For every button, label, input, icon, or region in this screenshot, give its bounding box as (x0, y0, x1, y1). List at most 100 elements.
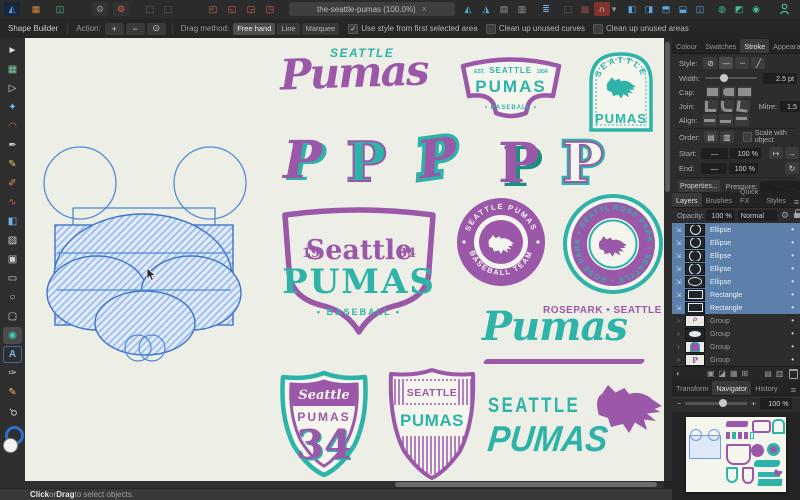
navigator-thumbnail[interactable] (686, 417, 786, 492)
logo-script-wordmark[interactable]: SEATTLE Pumas (280, 46, 455, 116)
align-inside-button[interactable] (719, 114, 733, 126)
point-transform-tool[interactable]: ✦ (3, 99, 22, 116)
flip-horizontal-icon[interactable]: ◭ (460, 2, 476, 16)
rectangle-tool[interactable]: ▭ (3, 270, 22, 287)
selection-box-icon[interactable]: ⬚ (142, 2, 158, 16)
close-tab-icon[interactable]: × (422, 4, 427, 14)
vertical-scrollbar[interactable] (664, 38, 672, 481)
join-round-button[interactable] (720, 100, 734, 112)
cleanup-areas-checkbox[interactable] (593, 24, 603, 34)
zoom-out-icon[interactable]: − (677, 399, 681, 408)
scale-with-object-checkbox[interactable] (743, 132, 752, 142)
tab-history[interactable]: History (751, 381, 781, 395)
vector-brush-tool[interactable]: ∿ (3, 194, 22, 211)
tab-swatches[interactable]: Swatches (701, 39, 740, 53)
wireframe-selected-region[interactable] (47, 214, 241, 355)
start-scale-field[interactable]: 100 % (730, 148, 761, 159)
text-tool[interactable]: A (3, 346, 22, 363)
delete-layer-icon[interactable] (789, 369, 798, 379)
zoom-slider-thumb[interactable] (719, 399, 727, 407)
settings-gear-icon[interactable]: ⚙ (92, 2, 108, 16)
letter-p-4[interactable]: P (498, 130, 539, 195)
properties-button[interactable]: Properties... (678, 180, 720, 192)
boolean-add-icon[interactable]: ◧ (624, 2, 640, 16)
layer-row[interactable]: ⇲ Rectangle • (672, 288, 800, 301)
navigator-panel-menu-icon[interactable]: ≡ (787, 385, 800, 395)
stroke-none-button[interactable]: ⊘ (703, 57, 717, 69)
insert-inside-icon[interactable]: ▥ (776, 369, 784, 378)
adjustment-layer-icon[interactable]: ◪ (718, 369, 726, 378)
letter-p-5[interactable]: P (562, 130, 603, 195)
alignment-icon[interactable]: ≣ (538, 2, 554, 16)
vertical-scrollbar-thumb[interactable] (665, 42, 670, 192)
pointer-direction-button[interactable]: → (785, 147, 799, 159)
layer-visibility-dot[interactable]: • (791, 277, 794, 286)
fill-colour-swatch[interactable] (3, 438, 18, 453)
shape-builder-wireframe[interactable] (35, 138, 273, 380)
style-picker-tool[interactable]: ✑ (3, 365, 22, 382)
colour-picker-tool[interactable]: ✎ (3, 384, 22, 401)
flip-vertical-icon[interactable]: ◮ (478, 2, 494, 16)
tab-stroke[interactable]: Stroke (740, 39, 769, 53)
logo-circle-badge-baseball[interactable]: SEATTLE PUMAS BASEBALL TEAM (455, 196, 547, 288)
vector-crop-tool[interactable]: ▣ (3, 251, 22, 268)
layer-visibility-dot[interactable]: • (791, 264, 794, 273)
join-bevel-button[interactable] (736, 100, 750, 112)
export-persona-icon[interactable]: ◫ (52, 2, 68, 16)
pressure-profile-field[interactable] (760, 181, 800, 192)
colour-tag-icon[interactable]: ◐ (676, 369, 681, 378)
layer-row[interactable]: › Group • (672, 340, 800, 353)
swap-pointers-button[interactable]: ↦ (769, 147, 783, 159)
layer-drag-icon[interactable]: ⇲ (672, 239, 685, 247)
layer-row[interactable]: › Group • (672, 327, 800, 340)
node-tool[interactable]: ▷ (3, 80, 22, 97)
transform-origin-icon[interactable]: ⬚ (560, 2, 576, 16)
transparency-tool[interactable]: ▨ (3, 232, 22, 249)
boolean-divide-icon[interactable]: ⬓ (675, 2, 691, 16)
letter-p-1[interactable]: P (283, 130, 322, 191)
letter-p-2[interactable]: P (346, 130, 387, 194)
layer-row[interactable]: ⇲ Ellipse • (672, 262, 800, 275)
layer-visibility-dot[interactable]: • (791, 238, 794, 247)
stroke-solid-button[interactable]: — (719, 57, 733, 69)
lock-icon[interactable] (794, 213, 800, 218)
width-slider-thumb[interactable] (720, 74, 728, 82)
tab-navigator[interactable]: Navigator (712, 381, 751, 395)
zoom-tool[interactable]: ⚲ (0, 399, 25, 424)
mask-layer-icon[interactable]: ▣ (707, 369, 715, 378)
layer-visibility-dot[interactable]: • (791, 342, 794, 351)
cap-square-button[interactable] (738, 86, 752, 98)
layer-row[interactable]: ⇲ Rectangle • (672, 301, 800, 314)
cap-round-button[interactable] (722, 86, 736, 98)
logo-shield-34[interactable]: Seattle PUMAS 34 34 (276, 368, 372, 480)
rounded-rectangle-tool[interactable]: ▢ (3, 308, 22, 325)
align-outside-button[interactable] (735, 114, 749, 126)
logo-banner-badge[interactable]: EST. SEATTLE 1934 PUMAS • BASEBALL • (450, 48, 572, 130)
end-scale-field[interactable]: 100 % (729, 163, 758, 174)
geometry-insert-1-icon[interactable]: ◍ (714, 2, 730, 16)
start-style-field[interactable]: — (701, 148, 729, 159)
zoom-slider[interactable] (685, 402, 747, 405)
use-style-checkbox[interactable]: ✓ (348, 24, 358, 34)
drag-mode-line[interactable]: Line (277, 23, 299, 35)
layer-drag-icon[interactable]: ⇲ (672, 252, 685, 260)
pixel-persona-icon[interactable]: ▦ (28, 2, 44, 16)
layer-row[interactable]: ⇲ Ellipse • (672, 249, 800, 262)
zoom-in-icon[interactable]: + (751, 399, 755, 408)
shape-builder-tool[interactable]: ◉ (3, 327, 22, 344)
snapping-dropdown-icon[interactable]: ▾ (610, 2, 618, 16)
insert-above-icon[interactable]: ▤ (764, 369, 772, 378)
expand-caret-icon[interactable]: › (672, 342, 685, 351)
layer-row[interactable]: ⇲ Ellipse • (672, 236, 800, 249)
paint-brush-tool[interactable]: ✐ (3, 175, 22, 192)
width-slider[interactable] (705, 77, 757, 79)
canvas[interactable]: SEATTLE Pumas EST. SEATTLE 1934 PUMAS • … (25, 38, 664, 481)
move-tool[interactable]: ► (3, 42, 22, 59)
boolean-intersect-icon[interactable]: ⬒ (658, 2, 674, 16)
order-backward-icon[interactable]: ▥ (514, 2, 530, 16)
tab-appearance[interactable]: Appearance (769, 39, 800, 53)
pencil-tool[interactable]: ✎ (3, 156, 22, 173)
stroke-brush-button[interactable]: ╱ (751, 57, 765, 69)
order-op-3-icon[interactable]: ◲ (243, 2, 259, 16)
action-add-button[interactable]: + (105, 23, 124, 35)
